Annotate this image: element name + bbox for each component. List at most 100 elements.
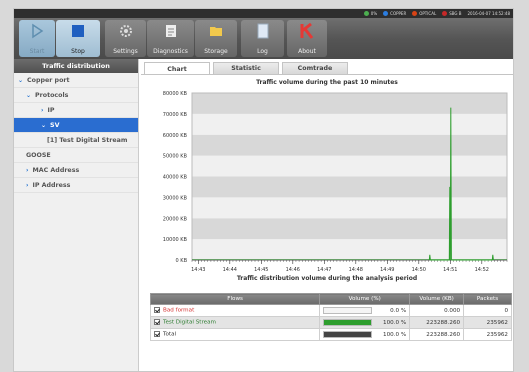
packets-cell: 235962 bbox=[463, 328, 512, 341]
chart-band bbox=[192, 113, 507, 135]
sidebar: Traffic distribution ⌄ Copper port ⌄ Proto… bbox=[14, 59, 139, 371]
storage-label: Storage bbox=[204, 48, 228, 55]
table-row[interactable]: Test Digital Stream 100.0 % 223288.260 2359… bbox=[149, 316, 512, 329]
status-optical: OPTICAL bbox=[412, 11, 436, 16]
flow-name: Test Digital Stream bbox=[163, 319, 216, 326]
x-tick-label: 14:50 bbox=[412, 267, 426, 273]
x-tick-label: 14:46 bbox=[286, 267, 300, 273]
y-tick-label: 60000 KB bbox=[163, 133, 188, 139]
x-tick-label: 14:52 bbox=[475, 267, 489, 273]
volume-pct-cell: 100.0 % bbox=[319, 316, 411, 329]
status-bar: 0% COPPER OPTICAL SBG B 2016-04-07 14:52… bbox=[14, 9, 513, 18]
packets-cell: 235962 bbox=[463, 316, 512, 329]
sidebar-item-sv[interactable]: ⌄ SV bbox=[14, 118, 138, 133]
stop-button[interactable]: Stop bbox=[56, 20, 100, 57]
sidebar-item-protocols[interactable]: ⌄ Protocols bbox=[14, 88, 138, 103]
diagnostics-button[interactable]: Diagnostics bbox=[147, 20, 194, 57]
volume-pct-cell: 0.0 % bbox=[319, 304, 411, 317]
chevron-down-icon: ⌄ bbox=[18, 76, 24, 84]
optical-port-icon bbox=[412, 11, 418, 16]
col-header-flows[interactable]: Flows bbox=[149, 293, 321, 305]
table-row[interactable]: Bad format 0.0 % 0.000 0 bbox=[149, 304, 512, 317]
traffic-chart-svg: 0 KB 10000 KB 20000 KB 30000 KB 40000 KB 5000… bbox=[163, 91, 508, 273]
settings-button[interactable]: Settings bbox=[105, 20, 146, 57]
battery-icon bbox=[363, 11, 369, 16]
y-tick-label: 40000 KB bbox=[163, 175, 188, 181]
volume-bar bbox=[323, 331, 373, 338]
table-row[interactable]: Total 100.0 % 223288.260 235962 bbox=[149, 328, 512, 341]
sidebar-item-mac-address[interactable]: › MAC Address bbox=[14, 163, 138, 178]
folder-icon bbox=[210, 27, 222, 36]
volume-bar bbox=[323, 307, 373, 314]
chart-title: Traffic volume during the past 10 minute… bbox=[256, 79, 398, 86]
about-label: About bbox=[298, 48, 316, 55]
stop-label: Stop bbox=[71, 48, 85, 55]
flow-name-cell: Bad format bbox=[149, 304, 321, 317]
tab-statistic[interactable]: Statistic bbox=[213, 62, 279, 74]
log-button[interactable]: Log bbox=[241, 20, 284, 57]
stop-icon bbox=[72, 25, 84, 37]
packets-cell: 0 bbox=[463, 304, 512, 317]
flow-name-cell: Total bbox=[149, 328, 321, 341]
sidebar-title: Traffic distribution bbox=[14, 59, 138, 73]
chevron-down-icon: ⌄ bbox=[41, 121, 47, 129]
chevron-right-icon: › bbox=[26, 166, 29, 174]
sidebar-item-test-digital-stream[interactable]: [1] Test Digital Stream bbox=[14, 133, 138, 148]
flow-checkbox[interactable] bbox=[154, 307, 160, 314]
y-tick-label: 20000 KB bbox=[163, 216, 188, 222]
y-tick-label: 30000 KB bbox=[163, 195, 188, 201]
log-label: Log bbox=[257, 48, 268, 55]
volume-bar bbox=[323, 319, 373, 326]
y-tick-label: 70000 KB bbox=[163, 112, 188, 118]
flow-name-cell: Test Digital Stream bbox=[149, 316, 321, 329]
flow-name: Total bbox=[163, 331, 177, 338]
about-button[interactable]: About bbox=[287, 20, 327, 57]
y-tick-label: 80000 KB bbox=[163, 91, 188, 97]
clipboard-icon bbox=[165, 25, 176, 37]
tab-comtrade[interactable]: Comtrade bbox=[282, 62, 348, 74]
sbg-icon bbox=[442, 11, 448, 16]
top-toolbar: 0% COPPER OPTICAL SBG B 2016-04-07 14:52… bbox=[14, 9, 513, 59]
diagnostics-label: Diagnostics bbox=[153, 48, 188, 55]
copper-port-icon bbox=[383, 11, 389, 16]
sidebar-item-goose[interactable]: GOOSE bbox=[14, 148, 138, 163]
chevron-right-icon: › bbox=[41, 106, 44, 114]
volume-pct-cell: 100.0 % bbox=[319, 328, 411, 341]
chart-band bbox=[192, 134, 507, 156]
chart-band bbox=[192, 218, 507, 240]
app-window: 0% COPPER OPTICAL SBG B 2016-04-07 14:52… bbox=[13, 8, 514, 372]
storage-button[interactable]: Storage bbox=[195, 20, 237, 57]
chevron-down-icon: ⌄ bbox=[26, 91, 32, 99]
play-icon bbox=[32, 23, 44, 39]
x-tick-label: 14:51 bbox=[443, 267, 457, 273]
chart-band bbox=[192, 176, 507, 198]
y-tick-label: 10000 KB bbox=[163, 237, 188, 243]
document-icon bbox=[257, 23, 268, 39]
start-label: Start bbox=[29, 48, 45, 55]
x-tick-label: 14:47 bbox=[317, 267, 331, 273]
chevron-right-icon: › bbox=[26, 181, 29, 189]
volume-kb-cell: 223288.260 bbox=[409, 328, 465, 341]
flows-table: Flows Volume (%) Volume (KB) Packets Bad… bbox=[149, 293, 512, 341]
x-tick-label: 14:48 bbox=[349, 267, 363, 273]
chart-band bbox=[192, 155, 507, 177]
gear-icon bbox=[119, 25, 132, 37]
sidebar-item-copper-port[interactable]: ⌄ Copper port bbox=[14, 73, 138, 88]
volume-bar-fill bbox=[324, 320, 372, 325]
flow-checkbox[interactable] bbox=[154, 319, 160, 326]
y-tick-label: 0 KB bbox=[176, 258, 188, 264]
volume-bar-fill bbox=[324, 332, 372, 337]
col-header-volume-pct[interactable]: Volume (%) bbox=[319, 293, 411, 305]
status-battery: 0% bbox=[363, 11, 377, 16]
chart-band bbox=[192, 93, 507, 114]
traffic-chart: 0 KB 10000 KB 20000 KB 30000 KB 40000 KB 5000… bbox=[141, 88, 513, 273]
sidebar-item-ip[interactable]: › IP bbox=[14, 103, 138, 118]
chart-band bbox=[192, 197, 507, 219]
start-button[interactable]: Start bbox=[19, 20, 55, 57]
sidebar-item-ip-address[interactable]: › IP Address bbox=[14, 178, 138, 193]
volume-kb-cell: 0.000 bbox=[409, 304, 465, 317]
status-datetime: 2016-04-07 14:52:48 bbox=[467, 11, 510, 16]
col-header-packets[interactable]: Packets bbox=[463, 293, 512, 305]
col-header-volume-kb[interactable]: Volume (KB) bbox=[409, 293, 465, 305]
flow-checkbox[interactable] bbox=[154, 331, 160, 338]
